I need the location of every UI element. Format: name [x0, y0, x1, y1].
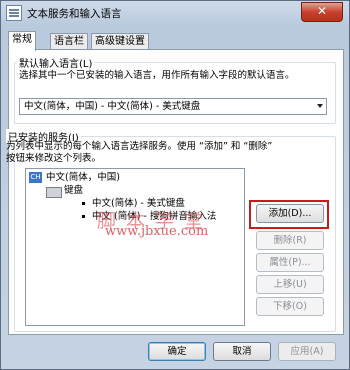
bullet-icon [82, 202, 85, 205]
tree-item-keyboard[interactable]: 键盘 [64, 185, 83, 197]
default-language-select[interactable]: 中文(简体，中国) - 中文(简体) - 美式键盘 [19, 98, 327, 115]
general-tab-panel: 默认输入语言(L) 选择其中一个已安装的输入语言，用作所有输入字段的默认语言。 … [6, 49, 344, 335]
tab-general[interactable]: 常规 [8, 31, 36, 51]
tree-item-service-us-keyboard[interactable]: 中文(简体) - 美式键盘 [92, 198, 185, 210]
chevron-down-icon[interactable] [317, 104, 323, 108]
move-down-button[interactable]: 下移(O) [256, 297, 324, 316]
default-language-description: 选择其中一个已安装的输入语言，用作所有输入字段的默认语言。 [19, 70, 295, 81]
add-button-highlight [249, 200, 329, 229]
services-tree[interactable]: CH 中文(简体，中国) 键盘 中文(简体) - 美式键盘 中文 (简体) - … [25, 168, 245, 326]
tab-language-bar[interactable]: 语言栏 [50, 33, 88, 50]
default-language-label: 默认输入语言(L) [17, 55, 95, 70]
tree-item-service-sogou-pinyin[interactable]: 中文 (简体) - 搜狗拼音输入法 [92, 211, 216, 223]
title-bar: 文本服务和输入语言 ✕ [1, 1, 349, 25]
apply-button[interactable]: 应用(A) [278, 342, 336, 361]
bullet-icon [82, 215, 85, 218]
cancel-button[interactable]: 取消 [213, 342, 271, 361]
properties-button[interactable]: 属性(P)... [256, 253, 324, 272]
remove-button[interactable]: 删除(R) [256, 231, 324, 250]
close-button[interactable]: ✕ [301, 2, 343, 22]
window-title: 文本服务和输入语言 [27, 8, 122, 20]
installed-services-description-line2: 按钮来修改这个列表。 [6, 153, 102, 164]
language-ch-icon: CH [29, 172, 42, 183]
installed-services-description-line1: 为列表中显示的每个输入语言选择服务。使用 “添加” 和 “删除” [6, 141, 273, 152]
keyboard-icon [46, 187, 62, 198]
move-up-button[interactable]: 上移(U) [256, 275, 324, 294]
tab-advanced-key-settings[interactable]: 高级键设置 [91, 33, 149, 50]
tree-item-language[interactable]: 中文(简体，中国) [46, 172, 120, 184]
keyboard-settings-icon [6, 5, 22, 21]
dialog-window: 文本服务和输入语言 ✕ 常规 语言栏 高级键设置 默认输入语言(L) 选择其中一… [0, 0, 350, 370]
ok-button[interactable]: 确定 [148, 342, 206, 361]
default-language-selected-value: 中文(简体，中国) - 中文(简体) - 美式键盘 [24, 101, 201, 112]
